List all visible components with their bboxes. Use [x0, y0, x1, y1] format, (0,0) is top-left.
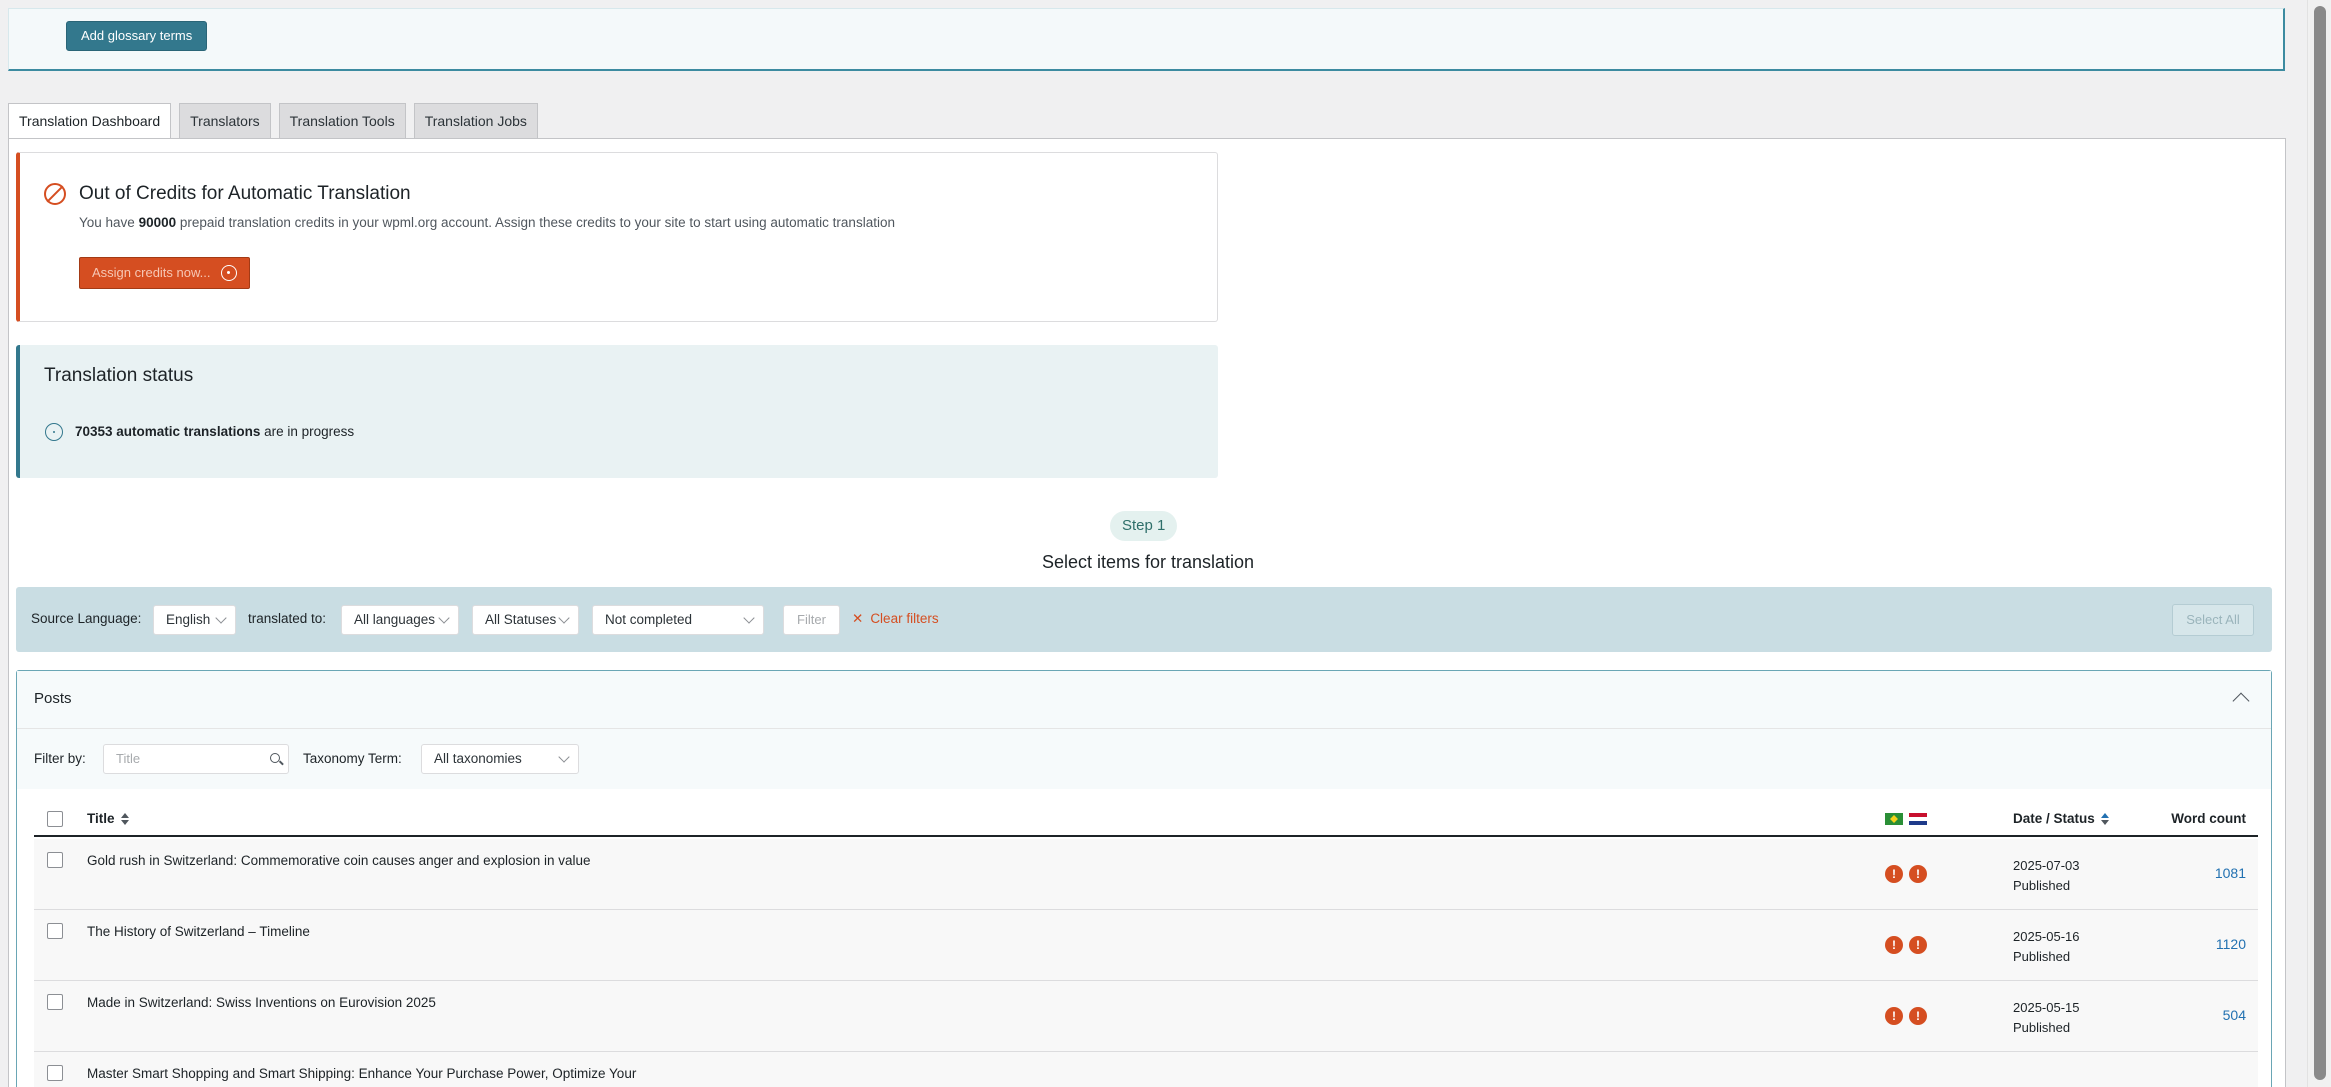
dashboard-tabs: Translation Dashboard Translators Transl…	[8, 103, 538, 140]
date-status: 2025-05-15 Published	[2013, 1000, 2080, 1035]
posts-table-header: Title Date / Status Word count	[34, 801, 2258, 837]
tab-translation-tools[interactable]: Translation Tools	[278, 103, 406, 139]
word-count-link[interactable]: 1120	[2216, 936, 2246, 952]
posts-title: Posts	[34, 690, 72, 707]
translation-status-text: 70353 automatic translations are in prog…	[75, 424, 355, 439]
word-count-column-header: Word count	[2171, 811, 2246, 826]
post-title: The History of Switzerland – Timeline	[87, 924, 310, 939]
title-column-header[interactable]: Title	[87, 811, 129, 826]
date-status: 2025-07-03 Published	[2013, 858, 2080, 893]
needs-translation-icon[interactable]: !	[1885, 936, 1903, 954]
target-languages-select[interactable]: All languages	[341, 605, 459, 635]
needs-translation-icon[interactable]: !	[1909, 865, 1927, 883]
needs-translation-icon[interactable]: !	[1909, 1007, 1927, 1025]
assign-credits-button[interactable]: Assign credits now...	[79, 257, 250, 289]
taxonomy-term-label: Taxonomy Term:	[303, 751, 402, 766]
translation-status-title: Translation status	[44, 365, 194, 386]
progress-clock-icon	[45, 423, 63, 441]
taxonomy-select[interactable]: All taxonomies	[421, 744, 579, 774]
filter-by-label: Filter by:	[34, 751, 86, 766]
word-count-link[interactable]: 1081	[2215, 865, 2246, 881]
translation-status-box: Translation status 70353 automatic trans…	[16, 345, 1218, 478]
source-language-select[interactable]: English	[153, 605, 236, 635]
row-checkbox[interactable]	[47, 994, 63, 1010]
close-icon: ✕	[852, 611, 864, 626]
date-status: 2025-05-16 Published	[2013, 929, 2080, 964]
table-row: Master Smart Shopping and Smart Shipping…	[34, 1052, 2258, 1087]
out-of-credits-notice: Out of Credits for Automatic Translation…	[16, 152, 1218, 322]
row-checkbox[interactable]	[47, 923, 63, 939]
sort-icon	[2100, 813, 2109, 826]
loading-spinner-icon	[220, 265, 237, 281]
scrollbar-thumb[interactable]	[2314, 6, 2326, 1080]
chevron-down-icon	[215, 612, 227, 624]
row-checkbox[interactable]	[47, 852, 63, 868]
dashboard-panel: Out of Credits for Automatic Translation…	[8, 138, 2286, 1087]
date-status-column-header[interactable]: Date / Status	[2013, 811, 2109, 826]
assign-credits-label: Assign credits now...	[92, 265, 211, 280]
ban-icon	[44, 183, 66, 205]
chevron-down-icon	[558, 612, 570, 624]
search-icon	[270, 753, 280, 763]
posts-header[interactable]: Posts	[17, 671, 2271, 729]
word-count-link[interactable]: 504	[2223, 1007, 2246, 1023]
post-title: Gold rush in Switzerland: Commemorative …	[87, 853, 591, 868]
table-row: Made in Switzerland: Swiss Inventions on…	[34, 981, 2258, 1052]
needs-translation-icon[interactable]: !	[1885, 865, 1903, 883]
status-select[interactable]: All Statuses	[472, 605, 579, 635]
glossary-banner: Add glossary terms	[8, 8, 2285, 71]
filter-button[interactable]: Filter	[783, 605, 840, 635]
posts-filters: Filter by: Title Taxonomy Term: All taxo…	[17, 729, 2271, 789]
table-row: Gold rush in Switzerland: Commemorative …	[34, 839, 2258, 910]
post-title: Master Smart Shopping and Smart Shipping…	[87, 1066, 637, 1081]
step-title: Select items for translation	[1041, 552, 1255, 572]
pt-br-flag-icon	[1885, 813, 1903, 825]
notice-title: Out of Credits for Automatic Translation	[79, 183, 411, 204]
step-pill: Step 1	[1110, 511, 1178, 541]
chevron-down-icon	[558, 751, 570, 763]
sort-icon	[120, 813, 129, 826]
table-row: The History of Switzerland – Timeline ! …	[34, 910, 2258, 981]
clear-filters-link[interactable]: ✕ Clear filters	[852, 611, 939, 627]
select-all-checkbox[interactable]	[47, 811, 63, 827]
page-scrollbar[interactable]	[2307, 0, 2331, 1087]
tab-translation-jobs[interactable]: Translation Jobs	[413, 103, 538, 139]
chevron-down-icon	[743, 612, 755, 624]
add-glossary-terms-button[interactable]: Add glossary terms	[66, 21, 208, 51]
row-checkbox[interactable]	[47, 1065, 63, 1081]
notice-description: You have 90000 prepaid translation credi…	[79, 215, 895, 230]
needs-translation-icon[interactable]: !	[1885, 1007, 1903, 1025]
needs-translation-icon[interactable]: !	[1909, 936, 1927, 954]
nl-flag-icon	[1909, 813, 1927, 825]
credits-count: 90000	[138, 215, 177, 230]
select-all-button[interactable]: Select All	[2172, 604, 2254, 636]
chevron-up-icon[interactable]	[2232, 692, 2250, 710]
translated-to-label: translated to:	[248, 611, 327, 626]
posts-section: Posts Filter by: Title Taxonomy Term: Al…	[16, 670, 2272, 1087]
chevron-down-icon	[438, 612, 450, 624]
tab-translators[interactable]: Translators	[179, 103, 271, 139]
post-title: Made in Switzerland: Swiss Inventions on…	[87, 995, 436, 1010]
tab-translation-dashboard[interactable]: Translation Dashboard	[8, 103, 172, 140]
source-language-label: Source Language:	[31, 611, 142, 626]
title-search-input[interactable]: Title	[103, 744, 289, 774]
filter-bar: Source Language: English translated to: …	[16, 587, 2272, 652]
completion-select[interactable]: Not completed	[592, 605, 764, 635]
